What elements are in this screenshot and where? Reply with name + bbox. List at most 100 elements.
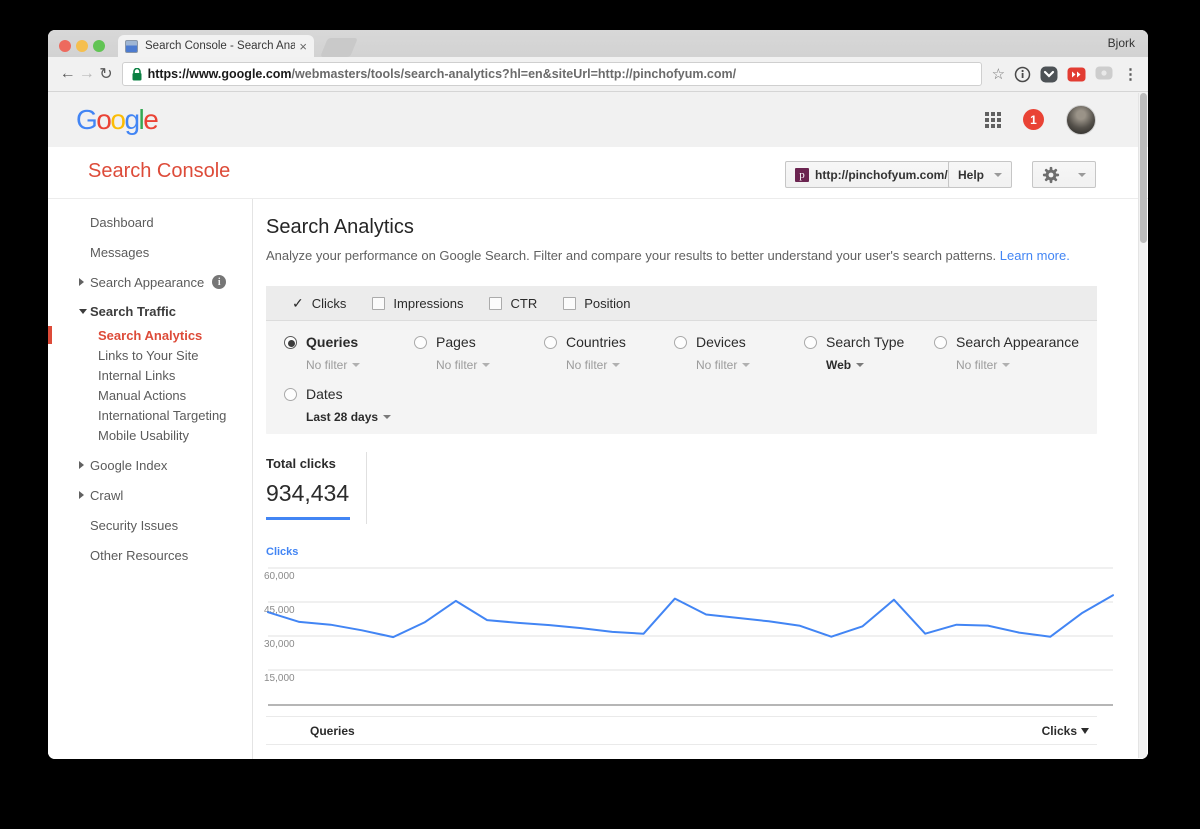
tab-close-icon[interactable]: × [299,40,307,53]
total-clicks-label: Total clicks [266,456,370,471]
apps-grid-icon[interactable] [985,112,1001,128]
sidebar-item-search-analytics[interactable]: Search Analytics [48,325,252,345]
lock-icon [132,68,142,81]
help-label: Help [958,168,984,182]
learn-more-link[interactable]: Learn more. [1000,248,1070,263]
sort-descending-icon [1081,728,1089,734]
dates-radio[interactable]: Dates [284,386,414,402]
chevron-down-icon [1078,173,1086,177]
radio-unchecked-icon [804,336,817,349]
info-extension-icon[interactable] [1014,66,1031,83]
browser-menu-icon[interactable]: ⋮ [1123,65,1138,83]
disabled-extension-icon[interactable] [1095,66,1113,82]
page-title: Search Analytics [266,216,1148,239]
sidebar-item-manual-actions[interactable]: Manual Actions [48,385,252,405]
ytick-15000: 15,000 [264,673,295,684]
pocket-extension-icon[interactable] [1040,66,1058,83]
sidebar-item-search-traffic[interactable]: Search Traffic [48,297,252,325]
refresh-icon[interactable]: ↻ [96,64,115,84]
sidebar-item-messages[interactable]: Messages [48,237,252,267]
pages-filter-dropdown[interactable]: No filter [436,358,544,372]
close-window-button[interactable] [59,40,71,52]
dates-filter-dropdown[interactable]: Last 28 days [306,410,414,424]
url-bar[interactable]: https://www.google.com/webmasters/tools/… [122,62,982,86]
chevron-right-icon [79,278,84,286]
metric-ctr-checkbox[interactable]: CTR [489,296,537,311]
bookmark-star-icon[interactable]: ☆ [992,65,1005,83]
page-content: Dashboard Messages Search Appearance i S… [48,199,1148,759]
search-type-filter-dropdown[interactable]: Web [826,358,934,372]
metrics-row: ✓ Clicks Impressions CTR Position [266,286,1097,321]
property-selector[interactable]: p http://pinchofyum.com/ [785,161,973,188]
countries-filter-dropdown[interactable]: No filter [566,358,674,372]
checkbox-unchecked-icon [563,297,576,310]
property-url: http://pinchofyum.com/ [815,168,948,182]
queries-filter-dropdown[interactable]: No filter [306,358,414,372]
column-header-clicks[interactable]: Clicks [1042,724,1089,738]
search-appearance-filter-dropdown[interactable]: No filter [956,358,1104,372]
chevron-right-icon [79,461,84,469]
back-icon[interactable]: ← [58,65,77,83]
fullscreen-window-button[interactable] [93,40,105,52]
dimension-countries: Countries No filter [544,334,674,372]
help-dropdown[interactable]: Help [948,161,1012,188]
sidebar-item-dashboard[interactable]: Dashboard [48,207,252,237]
chevron-down-icon [612,363,620,367]
chevron-down-icon [994,173,1002,177]
sidebar-item-mobile-usability[interactable]: Mobile Usability [48,425,252,445]
metric-position-checkbox[interactable]: Position [563,296,630,311]
metric-impressions-checkbox[interactable]: Impressions [372,296,463,311]
checkbox-unchecked-icon [489,297,502,310]
forward-icon[interactable]: → [77,65,96,83]
info-icon[interactable]: i [212,275,226,289]
sidebar-item-links-to-your-site[interactable]: Links to Your Site [48,345,252,365]
column-header-queries[interactable]: Queries [310,724,355,738]
sidebar-item-international-targeting[interactable]: International Targeting [48,405,252,425]
queries-radio[interactable]: Queries [284,334,414,350]
browser-tab[interactable]: Search Console - Search Analy × [118,35,314,57]
countries-radio[interactable]: Countries [544,334,674,350]
checkbox-unchecked-icon [372,297,385,310]
search-appearance-radio[interactable]: Search Appearance [934,334,1104,350]
sidebar-item-crawl[interactable]: Crawl [48,480,252,510]
page-description: Analyze your performance on Google Searc… [266,248,1148,263]
fast-forward-extension-icon[interactable] [1067,67,1086,82]
chevron-down-icon [383,415,391,419]
sidebar-item-other-resources[interactable]: Other Resources [48,540,252,570]
total-clicks-card[interactable]: Total clicks 934,434 [266,456,370,520]
minimize-window-button[interactable] [76,40,88,52]
radio-unchecked-icon [934,336,947,349]
settings-dropdown[interactable] [1032,161,1096,188]
google-logo[interactable]: Google [76,104,157,136]
chevron-down-icon [856,363,864,367]
radio-unchecked-icon [674,336,687,349]
notification-badge[interactable]: 1 [1023,109,1044,130]
dimension-pages: Pages No filter [414,334,544,372]
metric-clicks-checkbox[interactable]: ✓ Clicks [292,295,346,312]
new-tab-button[interactable] [320,38,358,57]
browser-window: Search Console - Search Analy × Bjork ← … [48,30,1148,759]
chevron-right-icon [79,491,84,499]
main-panel: Search Analytics Analyze your performanc… [253,199,1148,759]
sidebar-item-google-index[interactable]: Google Index [48,450,252,480]
url-path: /webmasters/tools/search-analytics?hl=en… [292,67,737,81]
sidebar-item-internal-links[interactable]: Internal Links [48,365,252,385]
avatar[interactable] [1066,105,1096,135]
page-scrollbar-thumb[interactable] [1140,93,1147,243]
chevron-down-icon [1002,363,1010,367]
dimension-search-appearance: Search Appearance No filter [934,334,1104,372]
chevron-down-icon [482,363,490,367]
selected-indicator [48,326,52,344]
sidebar-item-search-appearance[interactable]: Search Appearance i [48,267,252,297]
chevron-down-icon [352,363,360,367]
google-header-bar: Google 1 [48,92,1148,147]
profile-name[interactable]: Bjork [1108,36,1135,50]
sidebar-item-security-issues[interactable]: Security Issues [48,510,252,540]
page-scrollbar-track[interactable] [1138,93,1147,758]
devices-filter-dropdown[interactable]: No filter [696,358,804,372]
search-type-radio[interactable]: Search Type [804,334,934,350]
devices-radio[interactable]: Devices [674,334,804,350]
ytick-45000: 45,000 [264,605,295,616]
pages-radio[interactable]: Pages [414,334,544,350]
browser-toolbar: ← → ↻ https://www.google.com/webmasters/… [48,57,1148,92]
